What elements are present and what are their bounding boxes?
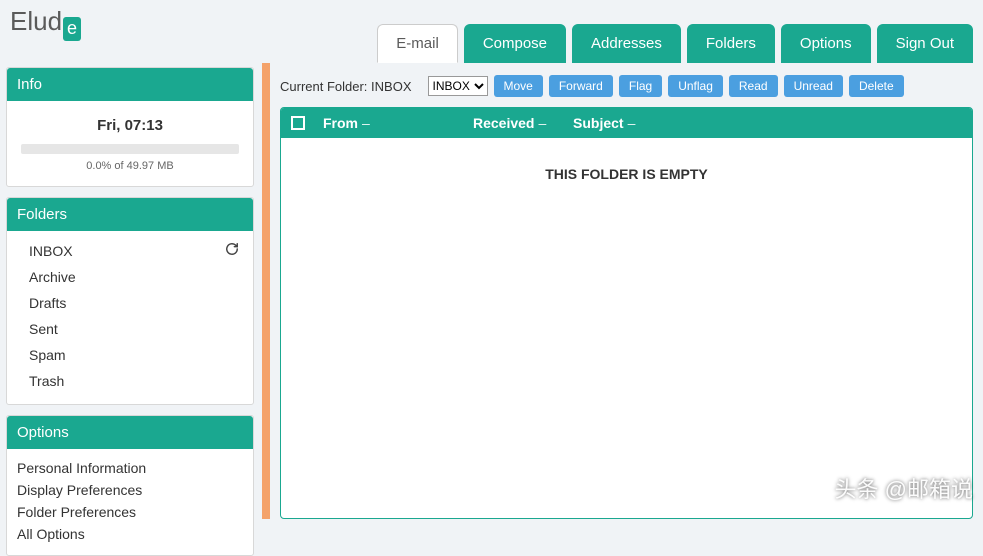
- column-received[interactable]: Received–: [473, 115, 573, 131]
- folder-select[interactable]: INBOX: [428, 76, 488, 96]
- sidebar: Info Fri, 07:13 0.0% of 49.97 MB Folders…: [0, 63, 260, 519]
- folder-label: Trash: [29, 373, 64, 389]
- move-button[interactable]: Move: [494, 75, 543, 97]
- refresh-icon[interactable]: [225, 242, 239, 259]
- mail-table: From– Received– Subject– THIS FOLDER IS …: [280, 107, 973, 519]
- unread-button[interactable]: Unread: [784, 75, 843, 97]
- column-subject[interactable]: Subject–: [573, 115, 635, 131]
- folder-inbox[interactable]: INBOX: [29, 237, 243, 264]
- folder-drafts[interactable]: Drafts: [29, 290, 243, 316]
- info-time: Fri, 07:13: [17, 109, 243, 144]
- sort-indicator-icon: –: [628, 115, 636, 131]
- tab-email[interactable]: E-mail: [377, 24, 458, 63]
- flag-button[interactable]: Flag: [619, 75, 662, 97]
- folder-label: Spam: [29, 347, 66, 363]
- folder-label: Sent: [29, 321, 58, 337]
- delete-button[interactable]: Delete: [849, 75, 904, 97]
- folders-panel-title: Folders: [7, 198, 253, 231]
- vertical-divider: [262, 63, 270, 519]
- forward-button[interactable]: Forward: [549, 75, 613, 97]
- sort-indicator-icon: –: [538, 115, 546, 131]
- folder-spam[interactable]: Spam: [29, 342, 243, 368]
- top-tabs: E-mail Compose Addresses Folders Options…: [377, 0, 983, 63]
- select-all-checkbox[interactable]: [291, 116, 305, 130]
- folders-panel: Folders INBOX Archive Drafts Sent Spam T…: [6, 197, 254, 405]
- folder-sent[interactable]: Sent: [29, 316, 243, 342]
- folder-archive[interactable]: Archive: [29, 264, 243, 290]
- info-usage: 0.0% of 49.97 MB: [17, 160, 243, 178]
- info-panel: Info Fri, 07:13 0.0% of 49.97 MB: [6, 67, 254, 187]
- main-content: Current Folder: INBOX INBOX Move Forward…: [276, 63, 983, 519]
- unflag-button[interactable]: Unflag: [668, 75, 723, 97]
- logo: Elude: [0, 0, 91, 37]
- tab-options[interactable]: Options: [781, 24, 871, 63]
- tab-folders[interactable]: Folders: [687, 24, 775, 63]
- option-all-options[interactable]: All Options: [17, 523, 243, 545]
- column-from[interactable]: From–: [323, 115, 473, 131]
- mail-table-header: From– Received– Subject–: [281, 108, 972, 138]
- folder-label: Archive: [29, 269, 76, 285]
- info-panel-title: Info: [7, 68, 253, 101]
- sort-indicator-icon: –: [362, 115, 370, 131]
- option-display-prefs[interactable]: Display Preferences: [17, 479, 243, 501]
- folder-label: INBOX: [29, 243, 73, 259]
- options-panel: Options Personal Information Display Pre…: [6, 415, 254, 556]
- read-button[interactable]: Read: [729, 75, 778, 97]
- mail-toolbar: Current Folder: INBOX INBOX Move Forward…: [280, 69, 973, 107]
- empty-folder-message: THIS FOLDER IS EMPTY: [281, 138, 972, 518]
- storage-progress: [21, 144, 239, 154]
- logo-box: e: [63, 17, 81, 41]
- tab-addresses[interactable]: Addresses: [572, 24, 681, 63]
- tab-compose[interactable]: Compose: [464, 24, 566, 63]
- logo-text: Elud: [10, 6, 62, 37]
- current-folder-label: Current Folder: INBOX: [280, 79, 412, 94]
- folder-trash[interactable]: Trash: [29, 368, 243, 394]
- tab-signout[interactable]: Sign Out: [877, 24, 973, 63]
- option-folder-prefs[interactable]: Folder Preferences: [17, 501, 243, 523]
- option-personal-info[interactable]: Personal Information: [17, 457, 243, 479]
- folder-label: Drafts: [29, 295, 66, 311]
- options-panel-title: Options: [7, 416, 253, 449]
